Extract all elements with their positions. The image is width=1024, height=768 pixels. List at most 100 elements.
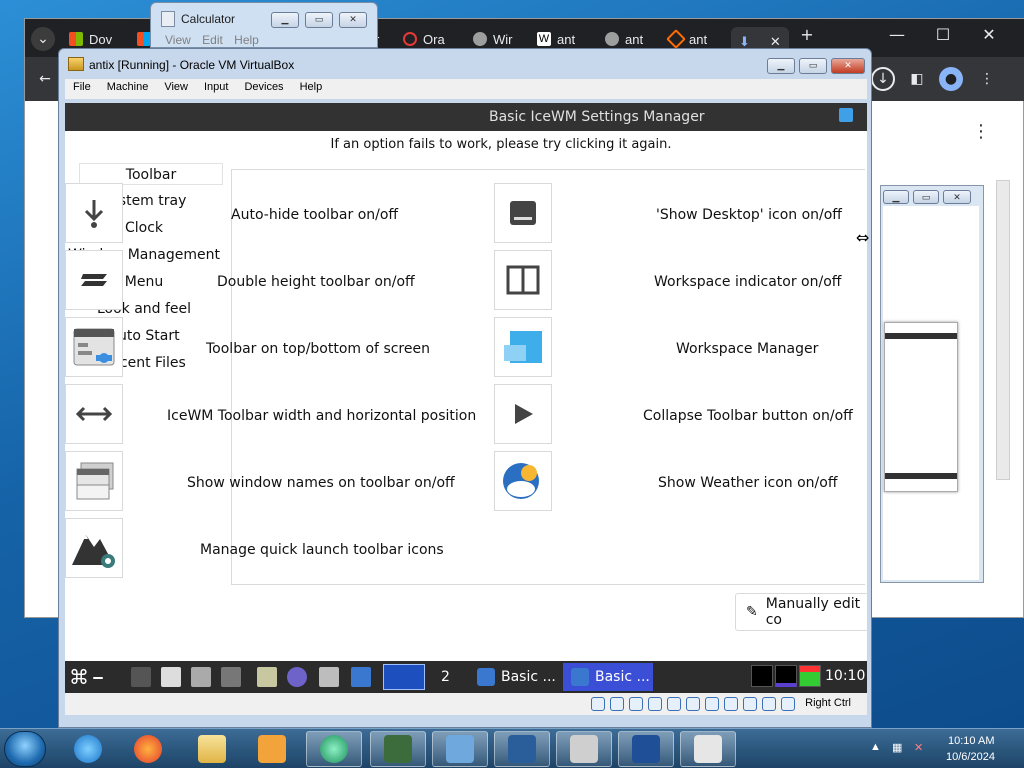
- task-button-basic[interactable]: Basic ...: [469, 663, 561, 691]
- diamond-icon: [666, 29, 686, 49]
- toolbar-taskbar-icon[interactable]: [257, 667, 277, 687]
- bg-minimize-button[interactable]: ▁: [883, 190, 909, 204]
- tray-date[interactable]: 10/6/2024: [946, 751, 995, 763]
- volume-muted-icon[interactable]: ✕: [914, 741, 923, 754]
- system-tray: ▲ ▦ ✕ 10:10 AM 10/6/2024: [866, 733, 1006, 765]
- taskbar-paint[interactable]: [556, 731, 612, 767]
- workspace-grid-icon[interactable]: [131, 667, 151, 687]
- taskbar-control-panel[interactable]: [432, 731, 488, 767]
- network-status-icon[interactable]: [648, 697, 662, 711]
- info-icon[interactable]: [839, 108, 853, 122]
- side-panel-icon[interactable]: ◧: [905, 67, 929, 91]
- display-status-icon[interactable]: [705, 697, 719, 711]
- usb-status-icon[interactable]: [667, 697, 681, 711]
- taskbar-wmp[interactable]: [306, 731, 362, 767]
- files-taskbar-icon[interactable]: [191, 667, 211, 687]
- back-icon[interactable]: ←: [33, 67, 57, 91]
- close-icon[interactable]: ✕: [969, 25, 1009, 44]
- taskbar-explorer[interactable]: [184, 731, 240, 767]
- taskbar-clock[interactable]: 10:10: [825, 668, 865, 684]
- menu-dots-icon[interactable]: ⋮: [975, 67, 999, 91]
- taskbar-media-player[interactable]: [244, 731, 300, 767]
- cpu-status-icon[interactable]: [743, 697, 757, 711]
- mouse-status-icon[interactable]: [762, 697, 776, 711]
- workspace-1[interactable]: [383, 664, 425, 690]
- new-tab-icon[interactable]: +: [787, 25, 827, 44]
- maximize-icon[interactable]: ☐: [923, 25, 963, 44]
- option-label: Workspace indicator on/off: [654, 274, 842, 290]
- taskbar-virtualbox[interactable]: [494, 731, 550, 767]
- eject-taskbar-icon[interactable]: [221, 667, 241, 687]
- show-desktop-taskbar-icon[interactable]: [93, 677, 103, 679]
- start-button[interactable]: [4, 731, 46, 767]
- settings-taskbar-icon[interactable]: [351, 667, 371, 687]
- network-tray-icon[interactable]: ▦: [892, 741, 902, 754]
- manually-edit-button[interactable]: ✎ Manually edit co: [735, 593, 867, 631]
- show-desktop-button[interactable]: [494, 183, 552, 243]
- keyboard-status-icon[interactable]: [781, 697, 795, 711]
- toolbar-width-button[interactable]: [65, 384, 123, 444]
- optical-status-icon[interactable]: [610, 697, 624, 711]
- calc-menu-edit[interactable]: Edit: [202, 33, 223, 47]
- mountain-taskbar-icon[interactable]: [319, 667, 339, 687]
- taskbar-firefox[interactable]: [120, 731, 176, 767]
- window-names-button[interactable]: [65, 451, 123, 511]
- resize-cursor-icon: ⇔: [856, 228, 870, 247]
- show-hidden-icons[interactable]: ▲: [870, 741, 881, 753]
- virtualbox-window[interactable]: antix [Running] - Oracle VM VirtualBox ▁…: [58, 48, 872, 728]
- pencil-icon: ✎: [746, 604, 758, 620]
- hdd-status-icon[interactable]: [591, 697, 605, 711]
- category-toolbar[interactable]: Toolbar: [79, 163, 223, 185]
- vbox-maximize-button[interactable]: ▭: [799, 58, 827, 74]
- media-player-icon: [258, 735, 286, 763]
- taskbar-xp-mode[interactable]: [618, 731, 674, 767]
- workspace-indicator-button[interactable]: [494, 250, 552, 310]
- browser-taskbar-icon[interactable]: [287, 667, 307, 687]
- menu-view[interactable]: View: [156, 79, 196, 99]
- autohide-toolbar-button[interactable]: [65, 183, 123, 243]
- tray-time[interactable]: 10:10 AM: [948, 735, 994, 747]
- calc-maximize-button[interactable]: ▭: [305, 12, 333, 28]
- calc-minimize-button[interactable]: ▁: [271, 12, 299, 28]
- toolbar-position-icon: [73, 328, 115, 366]
- calc-menu-help[interactable]: Help: [234, 33, 259, 47]
- calc-menu-view[interactable]: View: [165, 33, 191, 47]
- double-height-button[interactable]: [65, 250, 123, 310]
- calc-close-button[interactable]: ✕: [339, 12, 367, 28]
- toolbar-position-button[interactable]: [65, 317, 123, 377]
- taskbar-ie[interactable]: [60, 731, 116, 767]
- minimize-icon[interactable]: —: [877, 25, 917, 44]
- menu-help[interactable]: Help: [292, 79, 331, 99]
- workspace-manager-button[interactable]: [494, 317, 552, 377]
- bg-close-button[interactable]: ✕: [943, 190, 971, 204]
- calculator-window[interactable]: Calculator ▁ ▭ ✕ View Edit Help: [150, 2, 378, 48]
- profile-icon[interactable]: ●: [939, 67, 963, 91]
- taskbar-calculator[interactable]: [680, 731, 736, 767]
- audio-status-icon[interactable]: [629, 697, 643, 711]
- workspace-2[interactable]: 2: [433, 663, 450, 691]
- window-names-icon: [76, 462, 114, 500]
- download-taskbar-icon[interactable]: [161, 667, 181, 687]
- shared-folders-status-icon[interactable]: [686, 697, 700, 711]
- more-dots-icon[interactable]: ⋮: [969, 119, 993, 143]
- collapse-toolbar-button[interactable]: [494, 384, 552, 444]
- menu-machine[interactable]: Machine: [99, 79, 157, 99]
- vbox-titlebar[interactable]: antix [Running] - Oracle VM VirtualBox ▁…: [59, 49, 871, 79]
- downloads-icon[interactable]: ↓: [871, 67, 895, 91]
- recording-status-icon[interactable]: [724, 697, 738, 711]
- scrollbar[interactable]: [996, 180, 1010, 480]
- download-arrow-icon: [84, 200, 104, 228]
- menu-file[interactable]: File: [65, 79, 99, 99]
- tab-search-icon[interactable]: ⌄: [31, 27, 55, 51]
- task-button-basic-active[interactable]: Basic ...: [563, 663, 653, 691]
- menu-devices[interactable]: Devices: [236, 79, 291, 99]
- menu-input[interactable]: Input: [196, 79, 236, 99]
- icewm-taskbar: ⌘ 2 Basic ... Basic ... 10:10: [65, 661, 867, 693]
- weather-icon-button[interactable]: [494, 451, 552, 511]
- vbox-minimize-button[interactable]: ▁: [767, 58, 795, 74]
- bg-maximize-button[interactable]: ▭: [913, 190, 939, 204]
- icewm-menu-icon[interactable]: ⌘: [69, 667, 89, 687]
- taskbar-monitor[interactable]: [370, 731, 426, 767]
- vbox-close-button[interactable]: ✕: [831, 58, 865, 74]
- quick-launch-button[interactable]: [65, 518, 123, 578]
